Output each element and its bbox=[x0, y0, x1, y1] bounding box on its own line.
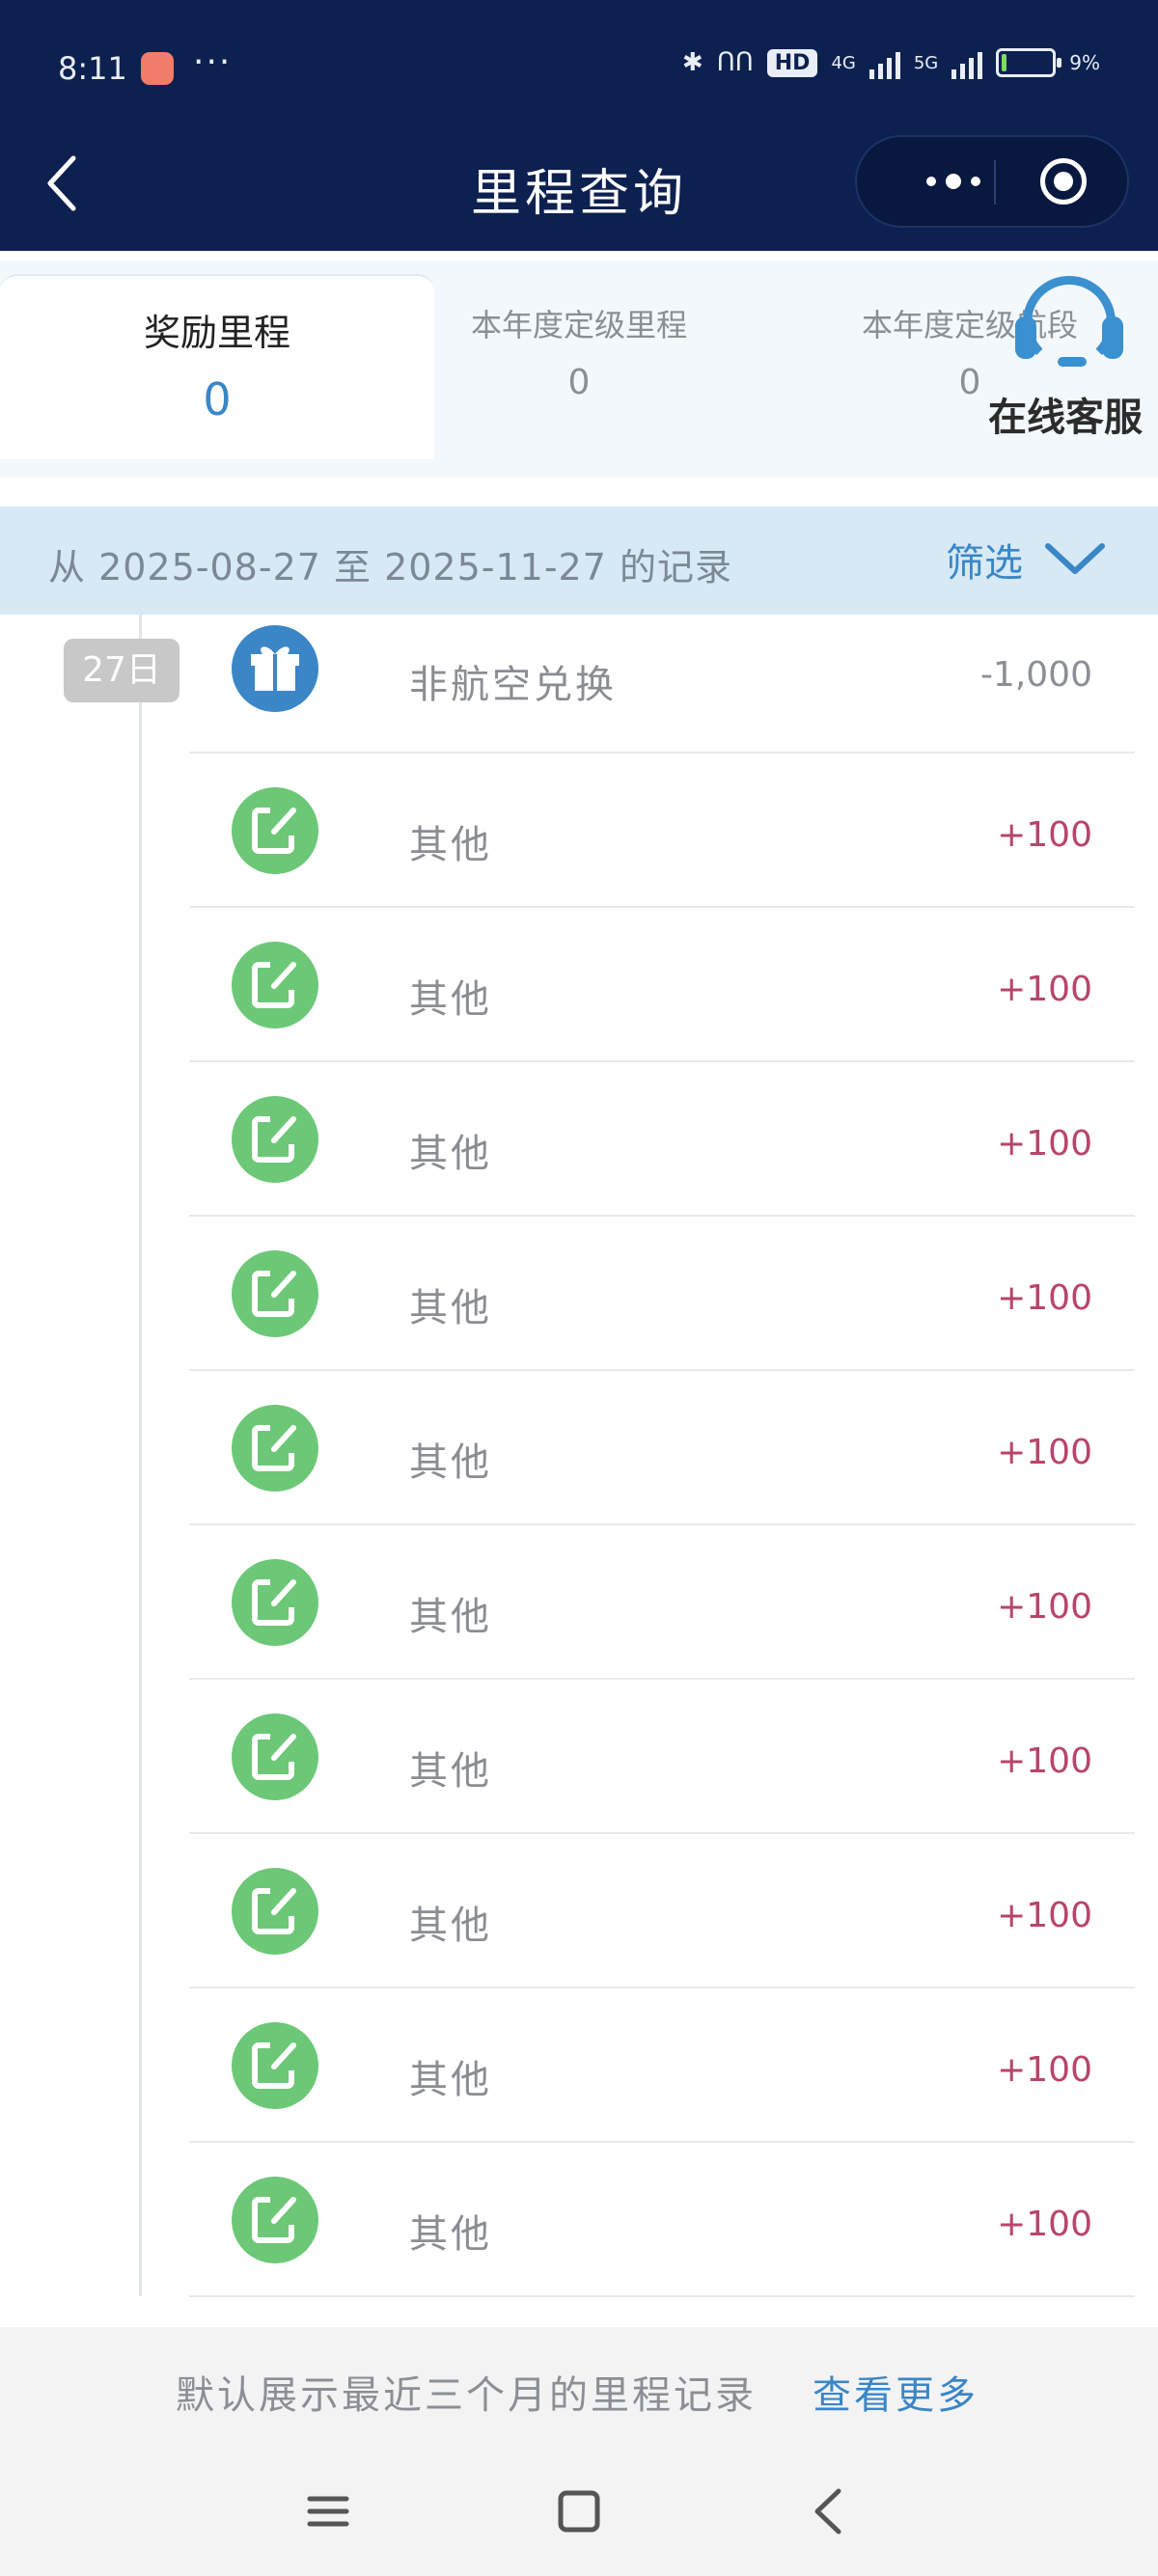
tab-value: 0 bbox=[203, 373, 232, 425]
online-service-label: 在线客服 bbox=[988, 396, 1143, 440]
record-label: 其他 bbox=[409, 1595, 492, 1639]
network-5g-label: 5G bbox=[913, 52, 939, 73]
timeline-line bbox=[139, 615, 142, 2296]
record-row[interactable]: 其他 +100 bbox=[189, 1371, 1135, 1525]
headset-mic bbox=[1058, 357, 1087, 367]
edit-icon bbox=[232, 787, 318, 874]
home-button[interactable] bbox=[545, 2478, 613, 2545]
edit-icon bbox=[232, 1559, 318, 1646]
system-nav-bar bbox=[0, 2441, 1158, 2576]
online-service-button[interactable]: 在线客服 bbox=[965, 260, 1158, 444]
bluetooth-icon: ✱ bbox=[681, 48, 703, 77]
row-divider bbox=[189, 2295, 1135, 2297]
record-amount: -1,000 bbox=[979, 655, 1092, 695]
edit-icon bbox=[232, 2022, 318, 2109]
signal-icon bbox=[868, 46, 900, 79]
gift-icon bbox=[232, 625, 318, 712]
record-amount: +100 bbox=[997, 1433, 1092, 1472]
record-label: 其他 bbox=[409, 1904, 492, 1948]
record-label: 其他 bbox=[409, 823, 492, 867]
menu-icon bbox=[307, 2496, 349, 2527]
status-indicators: ✱ ᑎᑎ HD 4G 5G 9% bbox=[682, 46, 1100, 79]
capsule-divider bbox=[994, 160, 996, 205]
record-label: 其他 bbox=[409, 1286, 492, 1330]
record-row[interactable]: 其他 +100 bbox=[189, 1834, 1135, 1988]
record-range-bar: 从 2025-08-27 至 2025-11-27 的记录 筛选 bbox=[0, 507, 1158, 615]
system-back-button[interactable] bbox=[796, 2478, 864, 2545]
record-amount: +100 bbox=[997, 970, 1092, 1009]
record-label: 其他 bbox=[409, 1749, 492, 1794]
record-label: 其他 bbox=[409, 2058, 492, 2102]
record-amount: +100 bbox=[997, 1278, 1092, 1318]
edit-icon bbox=[232, 942, 318, 1028]
status-time: 8:11 bbox=[58, 50, 127, 87]
tab-label: 奖励里程 bbox=[143, 312, 290, 354]
home-square-icon bbox=[558, 2490, 600, 2533]
footer-note: 默认展示最近三个月的里程记录 bbox=[176, 2373, 757, 2418]
record-range-text: 从 2025-08-27 至 2025-11-27 的记录 bbox=[48, 546, 732, 589]
mini-program-capsule bbox=[855, 135, 1129, 228]
tab-value: 0 bbox=[567, 363, 591, 402]
record-row[interactable]: 其他 +100 bbox=[189, 1217, 1135, 1371]
target-icon[interactable] bbox=[1040, 158, 1087, 205]
tab-grading-miles[interactable]: 本年度定级里程 0 bbox=[425, 274, 733, 457]
battery-icon bbox=[996, 48, 1062, 77]
record-label: 其他 bbox=[409, 1132, 492, 1176]
record-row[interactable]: 其他 +100 bbox=[189, 1988, 1135, 2143]
filter-label: 筛选 bbox=[946, 541, 1023, 586]
app-header: 8:11 ··· ✱ ᑎᑎ HD 4G 5G 9% 里程查询 bbox=[0, 0, 1158, 251]
edit-icon bbox=[232, 1405, 318, 1492]
record-label: 其他 bbox=[409, 2212, 492, 2257]
record-row[interactable]: 其他 +100 bbox=[189, 2143, 1135, 2297]
network-4g-label: 4G bbox=[831, 52, 856, 73]
view-more-link[interactable]: 查看更多 bbox=[813, 2364, 979, 2420]
record-row[interactable]: 其他 +100 bbox=[189, 754, 1135, 908]
record-row[interactable]: 其他 +100 bbox=[189, 1525, 1135, 1680]
menu-button[interactable] bbox=[294, 2478, 362, 2545]
headset-ear-left bbox=[1015, 316, 1036, 359]
record-amount: +100 bbox=[997, 2050, 1092, 2090]
edit-icon bbox=[232, 2177, 318, 2263]
tab-reward-miles[interactable]: 奖励里程 0 bbox=[0, 274, 434, 459]
record-amount: +100 bbox=[997, 1587, 1092, 1627]
record-amount: +100 bbox=[997, 815, 1092, 855]
edit-icon bbox=[232, 1868, 318, 1955]
edit-icon bbox=[232, 1713, 318, 1800]
record-amount: +100 bbox=[997, 1896, 1092, 1935]
record-row[interactable]: 非航空兑换 -1,000 bbox=[189, 615, 1135, 754]
earbuds-icon: ᑎᑎ bbox=[716, 48, 754, 77]
record-amount: +100 bbox=[997, 1741, 1092, 1781]
battery-level: 9% bbox=[1069, 51, 1100, 74]
record-label: 非航空兑换 bbox=[409, 663, 617, 707]
signal-icon-2 bbox=[951, 46, 983, 79]
chevron-down-icon bbox=[1045, 543, 1105, 574]
app-notification-icon bbox=[141, 52, 174, 85]
edit-icon bbox=[232, 1096, 318, 1183]
record-row[interactable]: 其他 +100 bbox=[189, 1680, 1135, 1834]
record-row[interactable]: 其他 +100 bbox=[189, 908, 1135, 1062]
hd-badge: HD bbox=[766, 48, 818, 77]
back-triangle-icon bbox=[814, 2488, 841, 2535]
tab-label: 本年度定级里程 bbox=[470, 307, 687, 343]
headset-ear-right bbox=[1102, 316, 1123, 359]
record-amount: +100 bbox=[997, 1124, 1092, 1164]
record-label: 其他 bbox=[409, 1440, 492, 1485]
date-badge: 27日 bbox=[64, 639, 179, 702]
edit-icon bbox=[232, 1250, 318, 1337]
record-amount: +100 bbox=[997, 2205, 1092, 2244]
filter-button[interactable]: 筛选 bbox=[946, 532, 1106, 588]
status-more: ··· bbox=[193, 42, 233, 82]
record-row[interactable]: 其他 +100 bbox=[189, 1062, 1135, 1217]
record-label: 其他 bbox=[409, 977, 492, 1022]
